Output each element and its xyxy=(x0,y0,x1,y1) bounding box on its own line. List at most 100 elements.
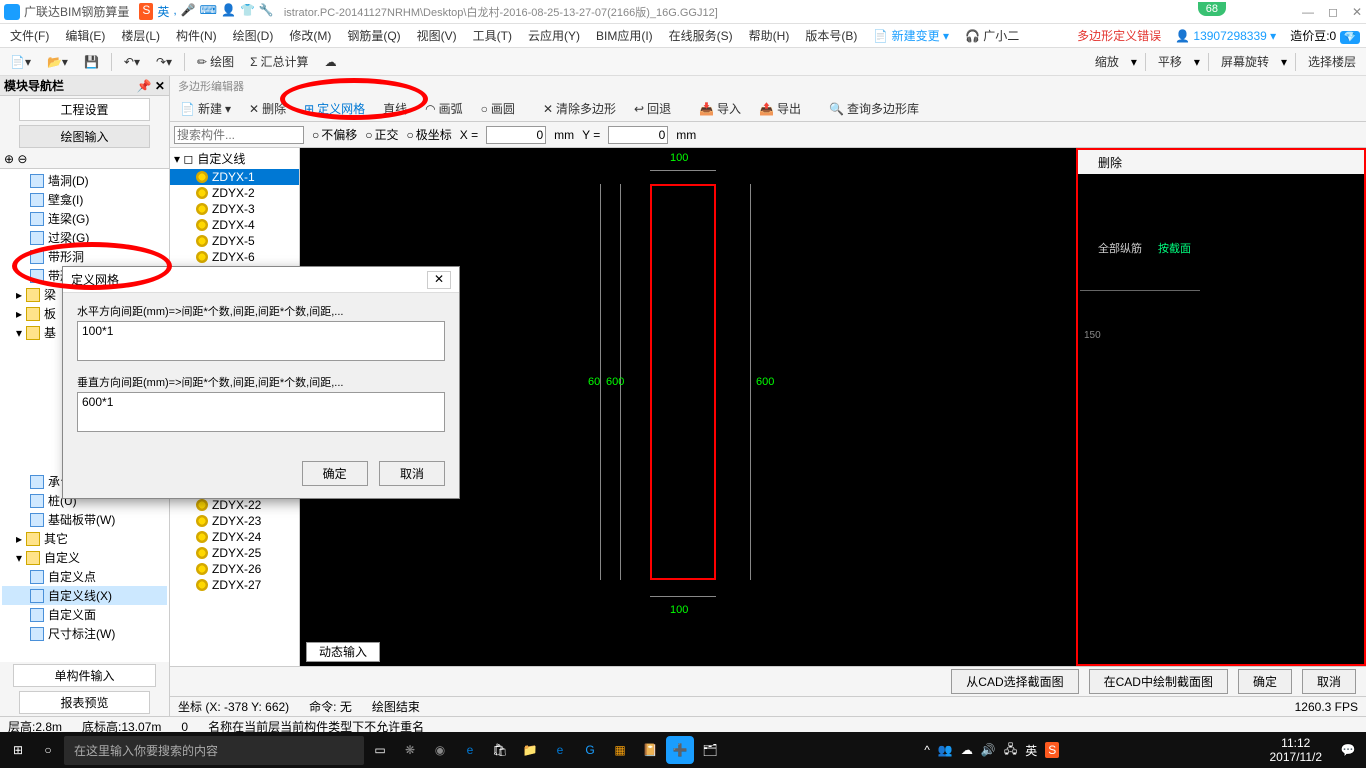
vert-input[interactable]: 600*1 xyxy=(77,392,445,432)
tray-cloud-icon[interactable]: ☁ xyxy=(961,743,973,757)
taskbar-search[interactable]: 在这里输入你要搜索的内容 xyxy=(64,736,364,765)
expand-icon[interactable]: ⊕ xyxy=(4,152,14,166)
dialog-ok-button[interactable]: 确定 xyxy=(302,461,368,486)
tray-sogou-icon[interactable]: S xyxy=(1045,742,1059,758)
open-file-button[interactable]: 📂▾ xyxy=(43,53,72,71)
tray-people-icon[interactable]: 👥 xyxy=(938,743,953,757)
y-input[interactable] xyxy=(608,126,668,144)
task-icon[interactable]: ◉ xyxy=(426,736,454,764)
tray-up-icon[interactable]: ^ xyxy=(924,743,930,757)
menu-draw[interactable]: 绘图(D) xyxy=(229,25,278,46)
line-button[interactable]: 直线 xyxy=(379,98,411,119)
taskview-icon[interactable]: ▭ xyxy=(366,736,394,764)
dynamic-input-toggle[interactable]: 动态输入 xyxy=(306,643,380,660)
horiz-input[interactable]: <span class="selhl"></span> xyxy=(77,321,445,361)
ime-punct-icon[interactable]: , xyxy=(173,3,176,20)
query-button[interactable]: 🔍 查询多边形库 xyxy=(825,98,923,119)
import-button[interactable]: 📥 导入 xyxy=(695,98,745,119)
clear-button[interactable]: ✕ 清除多边形 xyxy=(539,98,620,119)
pin-icon[interactable]: 📌 ✕ xyxy=(137,79,165,93)
list-header[interactable]: ▾ ◻ 自定义线 xyxy=(170,148,299,169)
new-button[interactable]: 📄 新建 ▾ xyxy=(176,98,235,119)
ie-icon[interactable]: e xyxy=(546,736,574,764)
task-icon[interactable]: ➕ xyxy=(666,736,694,764)
ortho-radio[interactable]: ○ 正交 xyxy=(365,126,398,143)
task-icon[interactable]: 🗂 xyxy=(696,736,724,764)
arc-button[interactable]: ◠ 画弧 xyxy=(421,98,467,119)
project-settings-tab[interactable]: 工程设置 xyxy=(19,98,149,121)
draw-button[interactable]: ✏ 绘图 xyxy=(193,51,238,72)
draw-input-tab[interactable]: 绘图输入 xyxy=(19,125,149,148)
ime-bar[interactable]: S 英 , 🎤 ⌨ 👤 👕 🔧 xyxy=(139,3,274,20)
in-cad-button[interactable]: 在CAD中绘制截面图 xyxy=(1089,669,1228,694)
undo-button[interactable]: ↶▾ xyxy=(120,53,144,71)
notifications-icon[interactable]: 💬 xyxy=(1334,736,1362,764)
define-grid-button[interactable]: ⊞ 定义网格 xyxy=(300,98,369,119)
minimize-button[interactable]: — xyxy=(1302,5,1314,19)
back-button[interactable]: ↩ 回退 xyxy=(630,98,675,119)
cloud-check-button[interactable]: ☁ xyxy=(321,53,341,71)
menu-view[interactable]: 视图(V) xyxy=(413,25,461,46)
delete-button[interactable]: ✕ 删除 xyxy=(245,98,290,119)
tray-ime[interactable]: 英 xyxy=(1025,742,1037,759)
save-button[interactable]: 💾 xyxy=(80,53,103,71)
polar-radio[interactable]: ○ 极坐标 xyxy=(407,126,452,143)
menu-help[interactable]: 帮助(H) xyxy=(745,25,794,46)
pan-button[interactable]: 平移 xyxy=(1154,51,1186,72)
menu-gxe[interactable]: 🎧 广小二 xyxy=(961,25,1023,46)
maximize-button[interactable]: ◻ xyxy=(1328,5,1338,19)
dialog-close-button[interactable]: ✕ xyxy=(427,271,451,289)
from-cad-button[interactable]: 从CAD选择截面图 xyxy=(951,669,1078,694)
menu-floor[interactable]: 楼层(L) xyxy=(117,25,164,46)
task-icon[interactable]: ▦ xyxy=(606,736,634,764)
store-icon[interactable]: 🛍 xyxy=(486,736,514,764)
menu-newchange[interactable]: 📄 新建变更 ▾ xyxy=(869,25,953,46)
cortana-icon[interactable]: ○ xyxy=(34,736,62,764)
menu-rebar[interactable]: 钢筋量(Q) xyxy=(343,25,404,46)
windows-taskbar[interactable]: ⊞ ○ 在这里输入你要搜索的内容 ▭ ❋ ◉ e 🛍 📁 e G ▦ 📔 ➕ 🗂… xyxy=(0,732,1366,768)
update-badge[interactable]: 68 xyxy=(1198,2,1226,16)
x-input[interactable] xyxy=(486,126,546,144)
shape-rect[interactable] xyxy=(650,184,716,580)
taskbar-clock[interactable]: 11:12 2017/11/2 xyxy=(1260,736,1333,764)
menu-modify[interactable]: 修改(M) xyxy=(285,25,335,46)
cancel-button[interactable]: 取消 xyxy=(1302,669,1356,694)
menu-cloud[interactable]: 云应用(Y) xyxy=(524,25,584,46)
redo-button[interactable]: ↷▾ xyxy=(152,53,176,71)
phone-label[interactable]: 👤 13907298339 ▾ xyxy=(1175,29,1276,43)
menu-edit[interactable]: 编辑(E) xyxy=(61,25,109,46)
ime-lang[interactable]: 英 xyxy=(157,3,169,20)
nooffset-radio[interactable]: ○ 不偏移 xyxy=(312,126,357,143)
single-input-tab[interactable]: 单构件输入 xyxy=(13,664,155,687)
explorer-icon[interactable]: 📁 xyxy=(516,736,544,764)
ok-button[interactable]: 确定 xyxy=(1238,669,1292,694)
task-icon[interactable]: G xyxy=(576,736,604,764)
menu-bim[interactable]: BIM应用(I) xyxy=(592,25,657,46)
menu-version[interactable]: 版本号(B) xyxy=(801,25,861,46)
export-button[interactable]: 📤 导出 xyxy=(755,98,805,119)
task-icon[interactable]: 📔 xyxy=(636,736,664,764)
collapse-icon[interactable]: ⊖ xyxy=(17,152,27,166)
new-file-button[interactable]: 📄▾ xyxy=(6,53,35,71)
menu-online[interactable]: 在线服务(S) xyxy=(665,25,737,46)
section-delete-button[interactable]: 删除 xyxy=(1078,150,1364,174)
ime-tool-icon[interactable]: 👕 xyxy=(240,3,255,20)
tray-net-icon[interactable]: 🖧 xyxy=(1004,740,1017,761)
circle-button[interactable]: ○ 画圆 xyxy=(477,98,519,119)
ime-mic-icon[interactable]: 🎤 xyxy=(181,3,196,20)
ime-kbd-icon[interactable]: ⌨ xyxy=(200,3,217,20)
select-floor-button[interactable]: 选择楼层 xyxy=(1304,51,1360,72)
rotate-button[interactable]: 屏幕旋转 xyxy=(1217,51,1273,72)
sum-button[interactable]: Σ 汇总计算 xyxy=(246,51,312,72)
edge-icon[interactable]: e xyxy=(456,736,484,764)
menu-tool[interactable]: 工具(T) xyxy=(469,25,516,46)
search-input[interactable] xyxy=(174,126,304,144)
ime-user-icon[interactable]: 👤 xyxy=(221,3,236,20)
menu-component[interactable]: 构件(N) xyxy=(172,25,221,46)
start-button[interactable]: ⊞ xyxy=(4,736,32,764)
menu-file[interactable]: 文件(F) xyxy=(6,25,53,46)
close-button[interactable]: ✕ xyxy=(1352,5,1362,19)
dialog-cancel-button[interactable]: 取消 xyxy=(379,461,445,486)
report-preview-tab[interactable]: 报表预览 xyxy=(19,691,149,714)
task-icon[interactable]: ❋ xyxy=(396,736,424,764)
